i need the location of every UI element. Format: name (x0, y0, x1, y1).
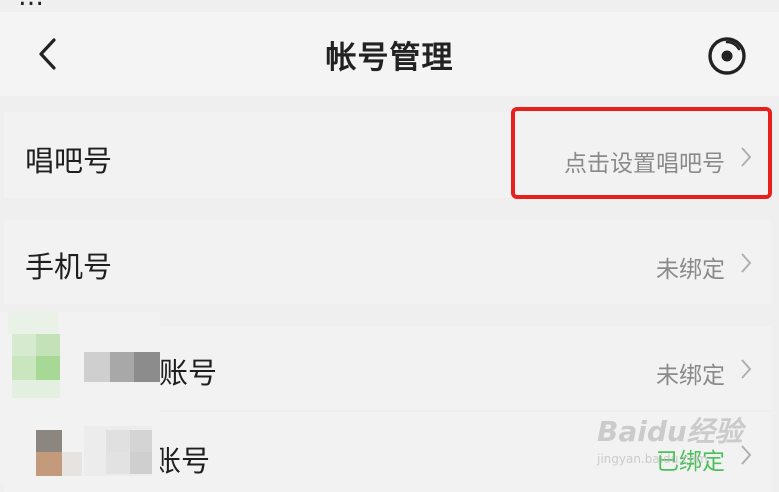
page-title: 帐号管理 (325, 40, 454, 76)
record-button[interactable] (704, 33, 750, 79)
row-label: 手机号 (25, 250, 113, 284)
row-value: 未绑定 (656, 363, 725, 389)
blurred-name (84, 426, 152, 476)
blurred-name (84, 352, 160, 382)
record-disc-icon (708, 37, 746, 75)
watermark: Baidu经验 jingyan.baidu.com (597, 402, 747, 472)
row-label: 唱吧号 (25, 144, 113, 178)
status-bar: … (0, 0, 779, 12)
watermark-logo: Baidu经验 (597, 415, 743, 448)
row-value: 未绑定 (656, 257, 725, 283)
status-bar-text: … (18, 0, 44, 12)
chevron-right-icon (741, 253, 752, 273)
nav-bar: 帐号管理 (0, 12, 779, 96)
highlight-annotation (511, 107, 772, 199)
chevron-right-icon (741, 359, 752, 379)
row-label: 账号 (152, 444, 211, 478)
list-item-phone[interactable]: 手机号 未绑定 (4, 220, 771, 304)
row-label: 账号 (159, 356, 218, 390)
watermark-sub: jingyan.baidu.com (597, 452, 708, 466)
